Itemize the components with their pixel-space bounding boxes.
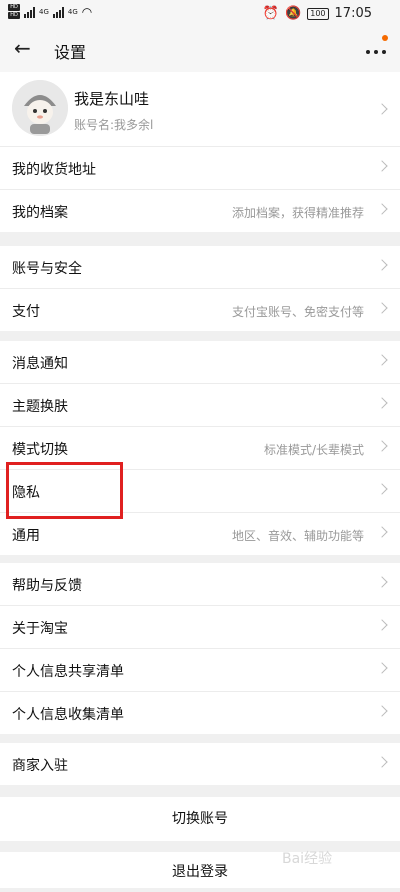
chevron-right-icon [376,756,388,768]
chevron-right-icon [376,259,388,271]
row-hint: 支付宝账号、免密支付等 [231,305,364,319]
chevron-right-icon [376,705,388,717]
row-notifications[interactable]: 消息通知 [0,341,400,384]
battery-icon: 100 [307,7,329,20]
network-type-2: 4G [67,7,78,16]
signal-icon [24,6,35,18]
nav-bar: ← 设置 [0,28,400,72]
notification-dot [382,35,388,41]
row-label: 个人信息收集清单 [12,707,124,723]
section-account: 账号与安全 支付 支付宝账号、免密支付等 [0,246,400,331]
back-arrow-icon[interactable]: ← [14,36,31,60]
row-info-sharing[interactable]: 个人信息共享清单 [0,649,400,692]
section-merchant: 商家入驻 [0,743,400,785]
status-bar: HD HD 4G 4G ◠ ⏰ 🔕 100 17:05 [0,0,400,28]
row-account-security[interactable]: 账号与安全 [0,246,400,289]
row-label: 关于淘宝 [12,621,68,637]
row-label: 消息通知 [12,356,68,372]
row-label: 帮助与反馈 [12,578,82,594]
alarm-icon: ⏰ [262,6,280,21]
chevron-right-icon [376,397,388,409]
row-hint: 添加档案，获得精准推荐 [231,206,364,220]
profile-row[interactable]: 我是东山哇 账号名:我多余l [0,72,400,147]
chevron-right-icon [376,619,388,631]
clock-time: 17:05 [334,6,372,21]
row-label: 商家入驻 [12,758,68,774]
highlight-box [6,462,123,519]
more-options-icon[interactable] [366,35,388,60]
avatar [12,80,68,136]
chevron-right-icon [376,203,388,215]
row-payment[interactable]: 支付 支付宝账号、免密支付等 [0,289,400,331]
wifi-icon: ◠ [81,4,93,19]
chevron-right-icon [376,483,388,495]
page-title: 设置 [54,43,87,62]
switch-account-button[interactable]: 切换账号 [0,797,400,841]
row-help-feedback[interactable]: 帮助与反馈 [0,563,400,606]
row-label: 账号与安全 [12,261,82,277]
row-general[interactable]: 通用 地区、音效、辅助功能等 [0,513,400,555]
chevron-right-icon [376,526,388,538]
row-label: 通用 [12,528,40,544]
row-label: 主题换肤 [12,399,68,415]
row-about[interactable]: 关于淘宝 [0,606,400,649]
chevron-right-icon [376,160,388,172]
row-label: 模式切换 [12,442,68,458]
row-address[interactable]: 我的收货地址 [0,147,400,190]
profile-name: 我是东山哇 [74,90,150,108]
network-type: 4G [39,7,49,16]
watermark: Bai经验 [282,851,333,867]
chevron-right-icon [376,440,388,452]
profile-account: 账号名:我多余l [74,118,154,132]
section-profile: 我是东山哇 账号名:我多余l 我的收货地址 我的档案 添加档案，获得精准推荐 [0,72,400,232]
row-label: 我的档案 [12,205,68,221]
row-label: 支付 [12,304,40,320]
row-archive[interactable]: 我的档案 添加档案，获得精准推荐 [0,190,400,232]
chevron-right-icon [376,302,388,314]
chevron-right-icon [376,103,388,115]
section-preferences: 消息通知 主题换肤 模式切换 标准模式/长辈模式 隐私 通用 地区、音效、辅助功… [0,341,400,555]
row-label: 个人信息共享清单 [12,664,124,680]
chevron-right-icon [376,354,388,366]
row-label: 我的收货地址 [12,162,96,178]
row-merchant[interactable]: 商家入驻 [0,743,400,785]
sim-hd-icons: HD HD [8,4,20,19]
mute-bell-icon: 🔕 [285,6,302,21]
section-help: 帮助与反馈 关于淘宝 个人信息共享清单 个人信息收集清单 [0,563,400,734]
row-theme[interactable]: 主题换肤 [0,384,400,427]
chevron-right-icon [376,576,388,588]
logout-button[interactable]: 退出登录 [0,852,400,888]
row-hint: 地区、音效、辅助功能等 [231,529,364,543]
row-info-collection[interactable]: 个人信息收集清单 [0,692,400,734]
row-hint: 标准模式/长辈模式 [263,443,364,457]
chevron-right-icon [376,662,388,674]
signal-icon-2 [52,6,64,18]
